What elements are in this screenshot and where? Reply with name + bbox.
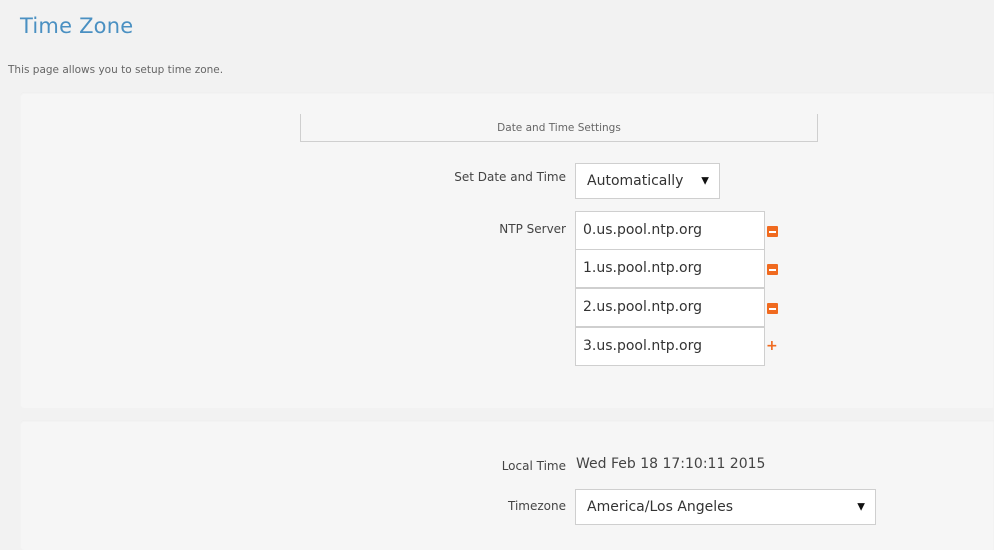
ntp-server-input-3[interactable]: 3.us.pool.ntp.org [575,327,765,366]
page-title: Time Zone [20,14,134,38]
ntp-server-input-1[interactable]: 1.us.pool.ntp.org [575,249,765,288]
caret-down-icon: ▼ [701,175,709,187]
local-time-value: Wed Feb 18 17:10:11 2015 [576,456,766,472]
timezone-select[interactable]: America/Los Angeles ▼ [575,489,876,525]
add-ntp-icon[interactable]: + [766,339,778,353]
timezone-label: Timezone [508,499,566,513]
remove-ntp-0-icon[interactable] [767,226,778,237]
set-date-time-label: Set Date and Time [454,170,566,184]
section-header-date-time: Date and Time Settings [300,114,818,142]
caret-down-icon: ▼ [857,501,865,513]
remove-ntp-2-icon[interactable] [767,303,778,314]
remove-ntp-1-icon[interactable] [767,264,778,275]
ntp-server-label: NTP Server [499,222,566,236]
set-date-time-select[interactable]: Automatically ▼ [575,163,720,199]
timezone-panel [20,420,994,550]
ntp-server-input-0[interactable]: 0.us.pool.ntp.org [575,211,765,250]
local-time-label: Local Time [501,459,566,473]
timezone-value: America/Los Angeles [587,499,734,515]
ntp-server-input-2[interactable]: 2.us.pool.ntp.org [575,288,765,327]
page-description: This page allows you to setup time zone. [8,64,224,76]
set-date-time-value: Automatically [587,173,684,189]
